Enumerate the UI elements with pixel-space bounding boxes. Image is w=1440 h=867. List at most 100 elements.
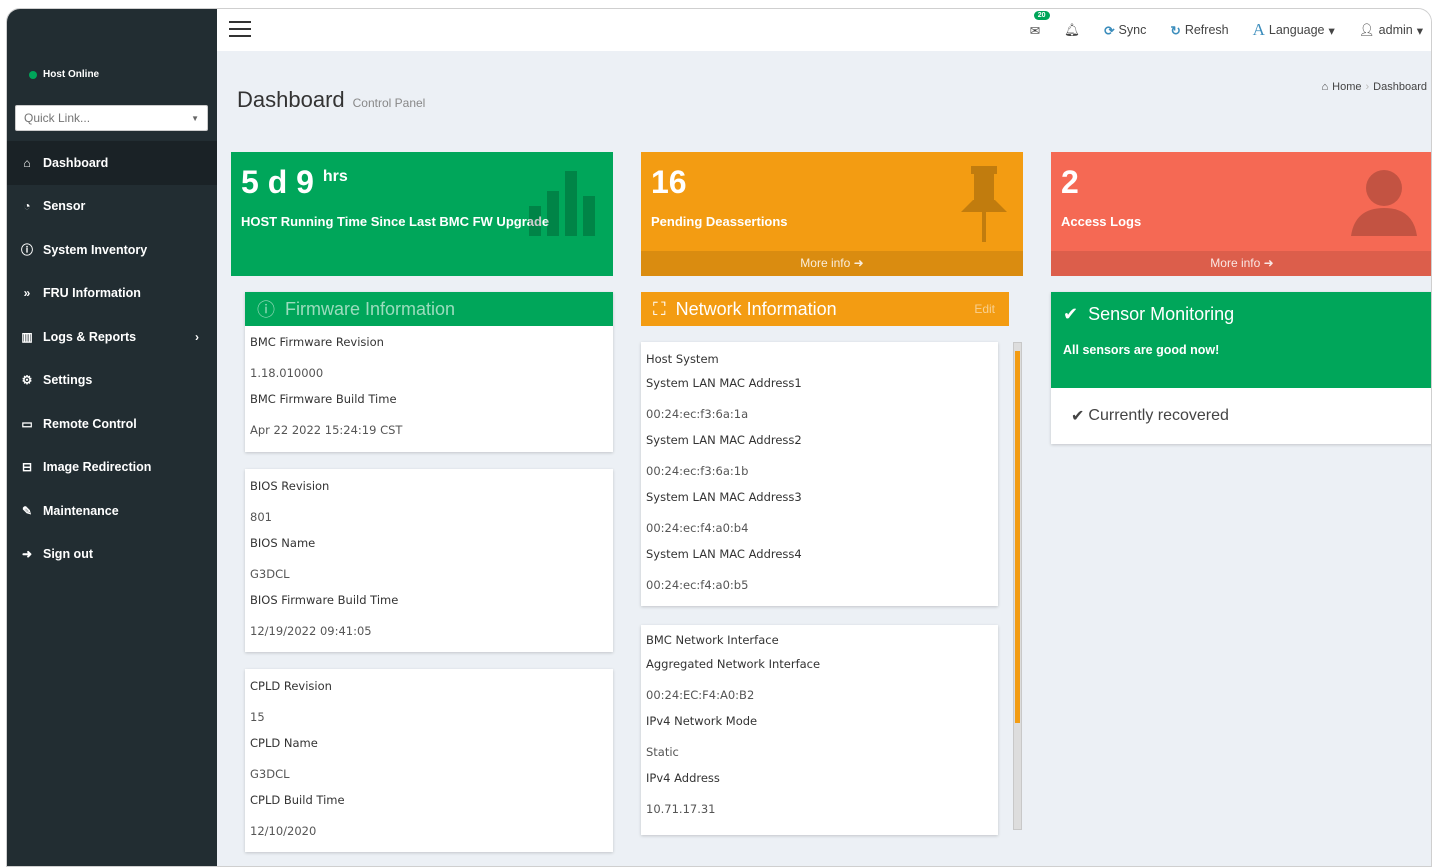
user-name: admin <box>1378 23 1413 37</box>
notifications-button[interactable]: 🔔︎ <box>1064 23 1080 38</box>
network-info-header-card: ⛶ Network Information Edit <box>641 292 1009 326</box>
mac1-label: System LAN MAC Address1 <box>646 376 802 390</box>
double-chevron-icon: » <box>23 286 31 301</box>
sidebar-item-label: Settings <box>43 373 93 388</box>
bmc-fw-build-value: Apr 22 2022 15:24:19 CST <box>250 423 403 437</box>
host-status: Host Online <box>29 69 99 80</box>
sync-label: Sync <box>1118 23 1147 37</box>
firmware-info-card: ⓘ Firmware Information BMC Firmware Revi… <box>245 292 613 452</box>
bios-revision-label: BIOS Revision <box>250 479 330 493</box>
sidebar-item-sign-out[interactable]: ➜ Sign out <box>7 533 217 577</box>
user-menu[interactable]: 👤︎ admin ▾ <box>1359 23 1423 38</box>
sign-out-icon: ➜ <box>21 547 33 562</box>
chevron-right-icon: › <box>195 329 199 344</box>
sidebar-item-logs-reports[interactable]: ▥ Logs & Reports › <box>7 315 217 359</box>
caret-down-icon: ▾ <box>1328 23 1335 38</box>
bmc-network-card: BMC Network Interface Aggregated Network… <box>641 625 998 835</box>
sidebar-item-sensor[interactable]: ◔ Sensor <box>7 185 217 229</box>
sidebar-item-dashboard[interactable]: ⌂ Dashboard <box>7 141 217 185</box>
sensor-monitoring-card: ✔ Sensor Monitoring All sensors are good… <box>1051 292 1431 444</box>
aggregated-interface-value: 00:24:EC:F4:A0:B2 <box>646 688 755 702</box>
pending-more-info-link[interactable]: More info ➜ <box>641 251 1023 276</box>
bmc-fw-revision-label: BMC Firmware Revision <box>250 335 384 349</box>
sidebar: Host Online ▼ ⌂ Dashboard ◔ Sensor ⓘ Sys… <box>7 9 217 866</box>
user-icon: 👤︎ <box>1358 22 1375 37</box>
sidebar-item-label: Logs & Reports <box>43 329 137 344</box>
breadcrumb-home[interactable]: Home <box>1332 81 1361 93</box>
cpld-info-card: CPLD Revision 15 CPLD Name G3DCL CPLD Bu… <box>245 669 613 852</box>
bar-chart-icon <box>529 171 595 236</box>
mac2-label: System LAN MAC Address2 <box>646 433 802 447</box>
recovered-row: ✔ Currently recovered <box>1071 406 1229 426</box>
menu-toggle-icon[interactable] <box>229 21 251 37</box>
sidebar-item-remote-control[interactable]: ▭ Remote Control <box>7 402 217 446</box>
language-icon: A <box>1252 20 1265 39</box>
sidebar-item-fru-information[interactable]: » FRU Information <box>7 272 217 316</box>
network-edit-link[interactable]: Edit <box>974 302 995 316</box>
page-title: Dashboard Control Panel <box>237 87 425 113</box>
pushpin-icon <box>961 166 1007 242</box>
sidebar-item-label: Maintenance <box>43 503 119 518</box>
bmc-interface-heading: BMC Network Interface <box>646 633 779 647</box>
status-dot-icon <box>29 70 37 79</box>
network-info-title: Network Information <box>675 298 837 319</box>
sensor-monitoring-title: Sensor Monitoring <box>1088 304 1235 324</box>
bios-build-value: 12/19/2022 09:41:05 <box>250 624 372 638</box>
refresh-label: Refresh <box>1184 23 1229 37</box>
sensor-title-row: ✔ Sensor Monitoring <box>1063 304 1234 325</box>
messages-button[interactable]: ✉ 20 <box>1029 10 1050 38</box>
quick-link-input[interactable] <box>24 111 174 125</box>
sitemap-icon: ⛶ <box>653 298 666 319</box>
navbar-right: ✉ 20 🔔︎ ⟳ Sync ↻ Refresh A Language ▾ 👤︎ <box>1030 9 1423 51</box>
language-label: Language <box>1268 23 1325 37</box>
bmc-fw-build-label: BMC Firmware Build Time <box>250 392 397 406</box>
quick-link-select[interactable]: ▼ <box>15 105 208 131</box>
mac3-label: System LAN MAC Address3 <box>646 490 802 504</box>
mac4-value: 00:24:ec:f4:a0:b5 <box>646 578 749 592</box>
cpld-revision-value: 15 <box>250 710 265 724</box>
uptime-unit: hrs <box>322 168 348 185</box>
sidebar-item-system-inventory[interactable]: ⓘ System Inventory <box>7 228 217 272</box>
sidebar-menu: ⌂ Dashboard ◔ Sensor ⓘ System Inventory … <box>7 141 217 576</box>
envelope-icon: ✉ <box>1029 23 1041 38</box>
language-dropdown[interactable]: A Language ▾ <box>1253 20 1335 40</box>
sidebar-item-image-redirection[interactable]: ⊟ Image Redirection <box>7 446 217 490</box>
info-icon: ⓘ <box>257 300 275 320</box>
mac3-value: 00:24:ec:f4:a0:b4 <box>646 521 749 535</box>
sync-button[interactable]: ⟳ Sync <box>1104 23 1146 38</box>
bios-info-card: BIOS Revision 801 BIOS Name G3DCL BIOS F… <box>245 469 613 652</box>
monitor-icon: ▭ <box>21 416 33 431</box>
sidebar-item-maintenance[interactable]: ✎ Maintenance <box>7 489 217 533</box>
mac2-value: 00:24:ec:f3:6a:1b <box>646 464 749 478</box>
pending-label: Pending Deassertions <box>651 214 788 229</box>
sensor-monitoring-header: ✔ Sensor Monitoring All sensors are good… <box>1051 292 1431 388</box>
sidebar-item-label: Image Redirection <box>43 460 152 475</box>
mac4-label: System LAN MAC Address4 <box>646 547 802 561</box>
sensor-status-text: All sensors are good now! <box>1063 343 1220 357</box>
wrench-icon: ✎ <box>21 503 33 518</box>
network-scrollbar-thumb[interactable] <box>1015 351 1020 723</box>
arrow-circle-right-icon: ➜ <box>1263 256 1274 270</box>
sidebar-item-label: Dashboard <box>43 155 109 170</box>
uptime-label: HOST Running Time Since Last BMC FW Upgr… <box>241 214 550 229</box>
info-icon: ⓘ <box>20 243 33 258</box>
sidebar-item-label: Sensor <box>43 199 86 214</box>
bmc-fw-revision-value: 1.18.010000 <box>250 366 324 380</box>
sidebar-item-label: Remote Control <box>43 416 137 431</box>
dashboard-icon: ◔ <box>23 199 31 214</box>
sidebar-item-settings[interactable]: ⚙ Settings <box>7 359 217 403</box>
check-circle-icon: ✔ <box>1071 408 1085 425</box>
access-label: Access Logs <box>1061 214 1142 229</box>
access-more-info-link[interactable]: More info ➜ <box>1051 251 1431 276</box>
sidebar-item-label: System Inventory <box>43 242 148 257</box>
ipv4-address-label: IPv4 Address <box>646 771 720 785</box>
access-logs-box: 2 Access Logs More info ➜ <box>1051 152 1431 276</box>
bios-name-label: BIOS Name <box>250 536 316 550</box>
bios-name-value: G3DCL <box>250 567 290 581</box>
ipv4-mode-value: Static <box>646 745 679 759</box>
page-subtitle: Control Panel <box>352 96 426 110</box>
refresh-button[interactable]: ↻ Refresh <box>1170 23 1228 38</box>
network-scrollbar[interactable] <box>1013 342 1022 830</box>
ipv4-address-value: 10.71.17.31 <box>646 802 716 816</box>
refresh-icon: ↻ <box>1170 23 1181 38</box>
